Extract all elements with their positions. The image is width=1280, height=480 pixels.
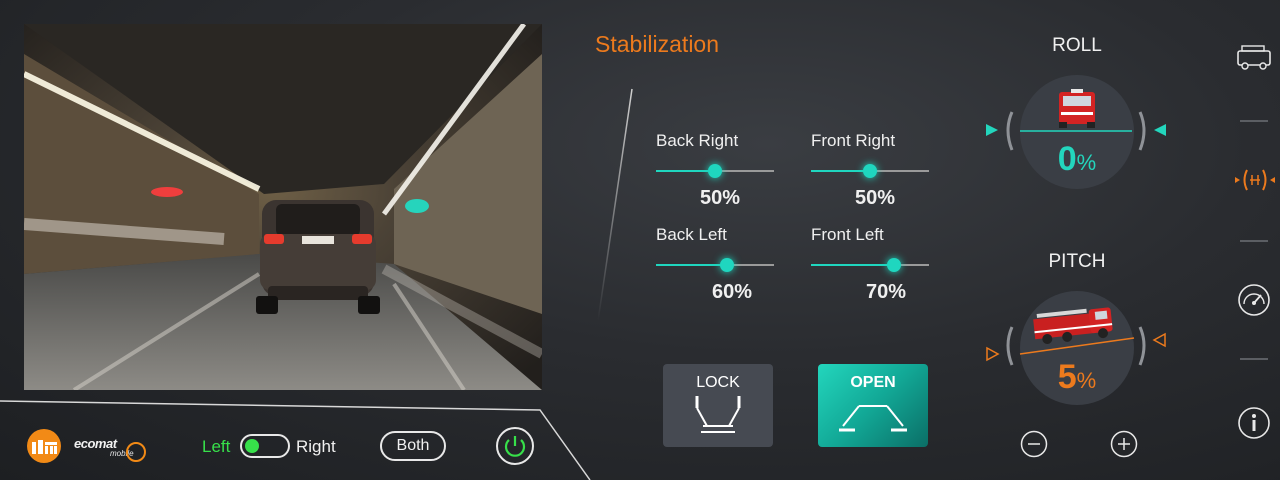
fire-truck-side-icon (1033, 307, 1113, 344)
slider-fill (656, 170, 715, 172)
speedometer-icon (1238, 284, 1270, 316)
toggle-right-label: Right (296, 437, 336, 456)
camera-view (24, 24, 542, 390)
roll-number: 0 (1057, 140, 1077, 178)
outrigger-extended-icon (839, 405, 907, 432)
slider-knob[interactable] (863, 164, 877, 178)
both-button[interactable]: Both (380, 431, 446, 461)
power-icon (496, 427, 534, 465)
slider-value-back-right: 50% (699, 187, 740, 209)
roll-title: ROLL (1052, 35, 1102, 56)
ecomat-swirl-icon (126, 442, 146, 462)
rail-divider (1240, 240, 1268, 242)
pitch-title: PITCH (1048, 251, 1106, 272)
slider-knob[interactable] (708, 164, 722, 178)
slider-fill (811, 170, 870, 172)
stabilization-view-button[interactable] (1234, 164, 1276, 200)
plus-button[interactable] (1110, 430, 1138, 458)
pitch-value: 5% (1017, 358, 1137, 397)
slider-fill (656, 264, 727, 266)
slider-knob[interactable] (719, 258, 734, 272)
info-icon (1238, 407, 1270, 439)
stabilization-icon (1235, 169, 1275, 191)
truck-icon (1237, 45, 1271, 70)
pitch-unit: % (1076, 368, 1097, 393)
rail-divider (1240, 120, 1268, 122)
lock-label: LOCK (696, 374, 740, 391)
slider-value-back-left: 60% (711, 281, 752, 303)
slider-label-front-left: Front Left (811, 225, 884, 244)
toggle-knob[interactable] (245, 439, 259, 453)
open-button[interactable]: OPEN (818, 364, 928, 447)
roll-value: 0% (1017, 140, 1137, 179)
slider-value-front-left: 70% (865, 281, 906, 303)
ifm-logo (24, 428, 64, 464)
slider-label-back-right: Back Right (656, 131, 739, 150)
left-right-toggle[interactable] (240, 434, 290, 458)
minus-icon (1020, 430, 1048, 458)
rail-divider (1240, 358, 1268, 360)
slider-back-left[interactable] (656, 258, 774, 272)
pitch-number: 5 (1057, 358, 1077, 396)
slider-knob[interactable] (886, 258, 901, 272)
outrigger-retracted-icon (695, 396, 741, 433)
slider-fill (811, 264, 894, 266)
slider-label-back-left: Back Left (656, 225, 727, 244)
info-button[interactable] (1236, 405, 1272, 441)
fire-truck-front-icon (1059, 89, 1095, 128)
speed-view-button[interactable] (1236, 282, 1272, 318)
slider-front-left[interactable] (811, 258, 929, 272)
slider-back-right[interactable] (656, 164, 774, 178)
ecomat-logo: ecomat mobile (74, 432, 154, 462)
toggle-left-label: Left (202, 437, 231, 456)
roll-unit: % (1076, 150, 1097, 175)
slider-value-front-right: 50% (854, 187, 895, 209)
truck-view-button[interactable] (1236, 42, 1272, 78)
lock-button[interactable]: LOCK (663, 364, 773, 447)
plus-icon (1110, 430, 1138, 458)
power-button[interactable] (495, 426, 535, 466)
open-label: OPEN (850, 374, 896, 391)
slider-front-right[interactable] (811, 164, 929, 178)
slider-label-front-right: Front Right (811, 131, 896, 150)
stabilization-title: Stabilization (595, 31, 720, 57)
minus-button[interactable] (1020, 430, 1048, 458)
